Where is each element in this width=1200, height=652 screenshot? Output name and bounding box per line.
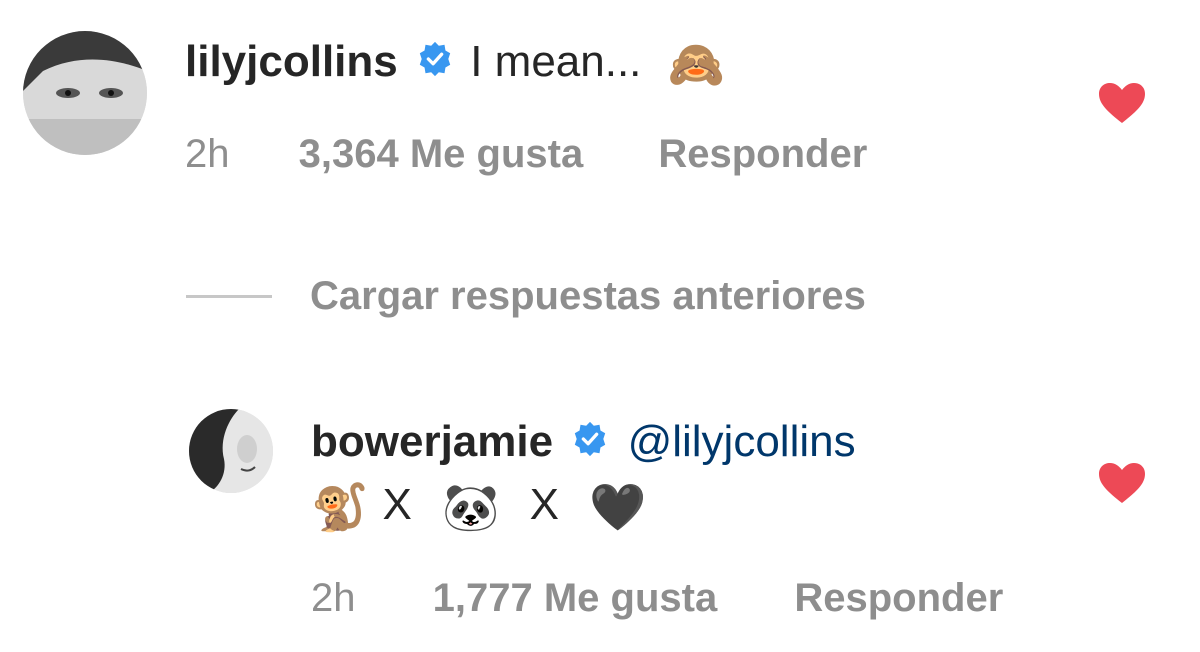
reply-separator-2: X [529,480,559,529]
verified-badge-icon [571,418,609,470]
comment-time: 2h [185,132,230,176]
replies-divider [186,295,272,298]
reply-time: 2h [311,576,356,620]
panda-emoji: 🐼 [442,480,500,535]
comment-reply-button[interactable]: Responder [658,132,867,176]
reply-separator-1: X [382,480,412,529]
avatar-bowerjamie[interactable] [189,409,273,493]
see-no-evil-monkey-emoji: 🙈 [667,37,725,92]
verified-badge-icon [416,38,454,90]
profile-photo [189,409,273,493]
avatar-lilyjcollins[interactable] [23,31,147,155]
reply-emoji-line: 🐒 X 🐼 X 🖤 [311,476,647,536]
comment-line: lilyjcollins I mean... 🙈 [185,36,725,90]
heart-filled-icon[interactable] [1098,82,1146,129]
load-earlier-replies-button[interactable]: Cargar respuestas anteriores [310,272,866,320]
reply-meta: 2h 1,777 Me gusta Responder [311,574,1003,622]
black-heart-emoji: 🖤 [589,480,647,535]
monkey-emoji: 🐒 [311,480,369,535]
comment-username[interactable]: lilyjcollins [185,37,398,86]
comment-text: I mean... [470,37,642,86]
comment-likes[interactable]: 3,364 Me gusta [299,132,584,176]
reply-username[interactable]: bowerjamie [311,417,553,466]
reply-reply-button[interactable]: Responder [794,576,1003,620]
heart-filled-icon[interactable] [1098,462,1146,509]
mention-link[interactable]: @lilyjcollins [628,417,856,466]
reply-likes[interactable]: 1,777 Me gusta [433,576,718,620]
reply-line: bowerjamie @lilyjcollins [311,416,856,470]
comment-meta: 2h 3,364 Me gusta Responder [185,130,867,178]
profile-photo [23,31,147,155]
